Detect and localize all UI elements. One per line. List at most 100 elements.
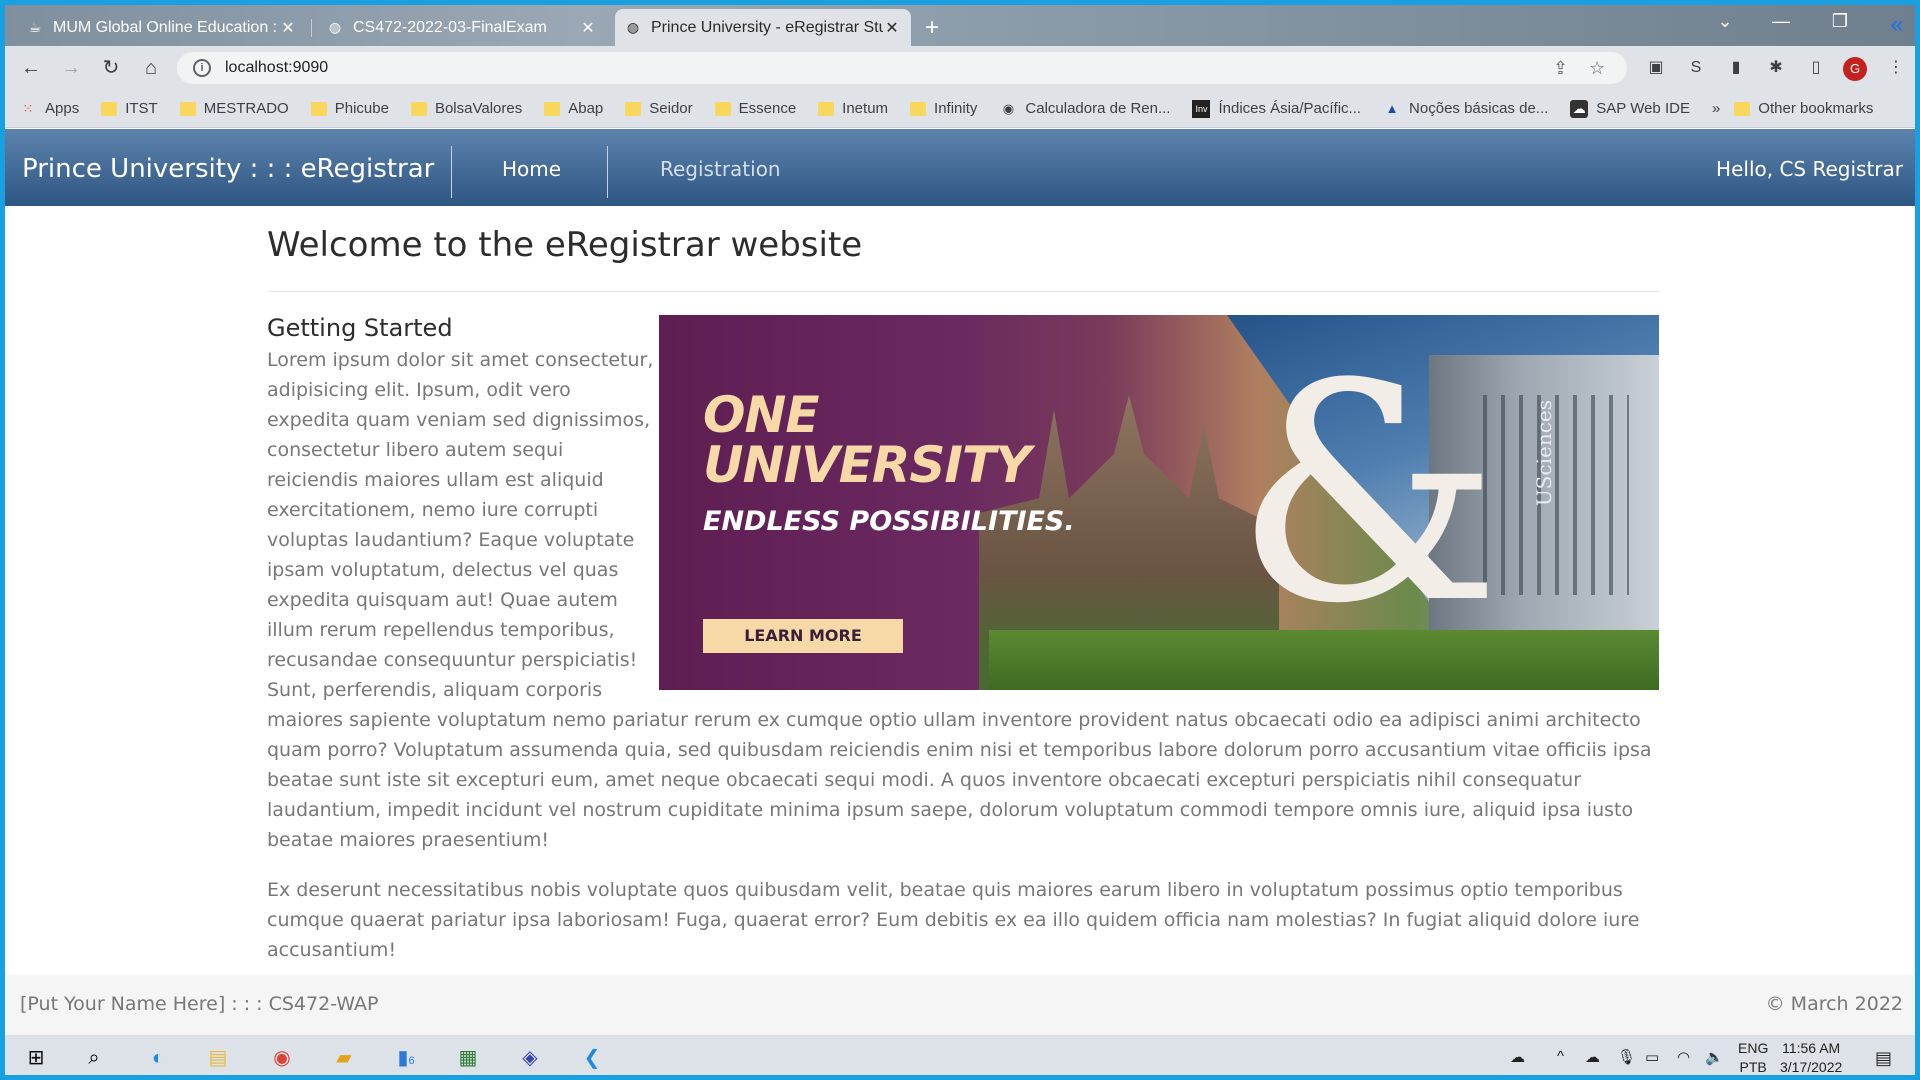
file-explorer-icon[interactable]: ▤ — [203, 1043, 233, 1073]
banner-headline: ONE UNIVERSITY — [703, 386, 1031, 494]
folder-icon — [714, 101, 731, 116]
globe-icon: ◍ — [626, 19, 640, 35]
bookmark-folder[interactable]: Seidor — [625, 100, 693, 117]
folder-icon — [625, 101, 642, 116]
tab-prince-university[interactable]: ◍ Prince University - eRegistrar Stu ✕ — [615, 9, 911, 46]
folder-icon — [101, 101, 118, 116]
folder-icon — [544, 101, 561, 116]
chrome-icon[interactable]: ◉ — [267, 1043, 297, 1073]
bookmark-folder[interactable]: MESTRADO — [179, 100, 289, 117]
bookmark-folder[interactable]: Inetum — [818, 100, 888, 117]
tab-final-exam[interactable]: ◍ CS472-2022-03-FinalExam ✕ — [317, 9, 607, 46]
restore-icon[interactable]: ❐ — [1820, 11, 1860, 32]
volume-icon[interactable]: 🔈 — [1705, 1048, 1724, 1066]
second-paragraph: Ex deserunt necessitatibus nobis volupta… — [267, 879, 1640, 961]
close-icon[interactable]: ✕ — [579, 18, 597, 38]
language-indicator[interactable]: ENG PTB — [1738, 1039, 1768, 1075]
folder-icon — [910, 101, 927, 116]
forward-icon[interactable]: → — [57, 54, 85, 82]
site-navbar: Prince University : : : eRegistrar Home … — [5, 129, 1915, 206]
new-tab-icon[interactable]: + — [925, 14, 939, 42]
content-area: Getting Started & ONE UNIVERSITY ENDLESS … — [267, 313, 1659, 965]
wifi-icon[interactable]: ◠ — [1677, 1048, 1690, 1066]
bookmark-folder[interactable]: BolsaValores — [410, 100, 522, 117]
close-icon[interactable]: ✕ — [279, 18, 297, 38]
bookmark-sap-web-ide[interactable]: ☁ SAP Web IDE — [1570, 99, 1690, 118]
nav-home[interactable]: Home — [502, 157, 561, 181]
bookmark-calculadora[interactable]: ◉ Calculadora de Ren... — [999, 100, 1171, 118]
banner-tagline: ENDLESS POSSIBILITIES. — [703, 506, 1075, 537]
notification-icon[interactable]: ▤ — [1875, 1048, 1892, 1069]
other-bookmarks[interactable]: Other bookmarks — [1734, 100, 1873, 117]
eye-app-icon[interactable]: ◈ — [515, 1043, 545, 1073]
tab-mum-global[interactable]: ☕ MUM Global Online Education : ✕ — [17, 9, 307, 46]
battery-icon[interactable]: ▭ — [1645, 1048, 1659, 1066]
cloud-icon: ☁ — [1570, 99, 1589, 118]
banner-brand: USciences — [1532, 400, 1556, 507]
edge-icon[interactable]: ◐ — [143, 1043, 173, 1073]
menu-kebab-icon[interactable]: ⋮ — [1885, 57, 1907, 79]
collapse-sidebar-icon[interactable]: « — [1877, 11, 1915, 39]
home-icon[interactable]: ⌂ — [137, 54, 165, 82]
bookmark-apps[interactable]: ⁙ Apps — [19, 100, 80, 118]
site-info-icon[interactable]: i — [193, 59, 211, 77]
address-bar[interactable]: i localhost:9090 ⇪ ☆ — [177, 52, 1627, 84]
phone-link-icon[interactable]: ▮6 — [391, 1043, 421, 1073]
university-banner-image[interactable]: & ONE UNIVERSITY ENDLESS POSSIBILITIES. L… — [659, 315, 1659, 690]
dev-icon: ▲ — [1385, 101, 1399, 116]
profile-avatar[interactable]: G — [1843, 57, 1867, 81]
tab-search-icon[interactable]: ⌄ — [1705, 11, 1745, 32]
back-icon[interactable]: ← — [17, 54, 45, 82]
spreadsheet-icon[interactable]: ▦ — [453, 1043, 483, 1073]
bookmark-folder[interactable]: Essence — [714, 100, 796, 117]
footer-copyright: © March 2022 — [1765, 993, 1903, 1015]
folder-icon — [818, 101, 835, 116]
system-clock[interactable]: 11:56 AM 3/17/2022 — [1780, 1039, 1842, 1075]
microphone-icon[interactable]: 🎙 — [1617, 1048, 1636, 1066]
cloud-sync-icon[interactable]: ☁ — [1585, 1048, 1600, 1066]
sap-logon-icon[interactable]: ▰ — [329, 1043, 359, 1073]
globe-icon: ◍ — [328, 19, 342, 35]
nav-registration[interactable]: Registration — [660, 157, 781, 181]
close-icon[interactable]: ✕ — [883, 18, 901, 38]
desktop-screen: ☕ MUM Global Online Education : ✕ ◍ CS47… — [0, 0, 1920, 1080]
calculator-icon: ◉ — [1002, 100, 1015, 116]
apps-grid-icon: ⁙ — [22, 100, 34, 116]
show-hidden-icons-icon[interactable]: ^ — [1557, 1048, 1564, 1065]
site-brand[interactable]: Prince University : : : eRegistrar — [22, 154, 434, 184]
minimize-icon[interactable]: — — [1761, 11, 1801, 32]
search-icon[interactable]: ⌕ — [79, 1043, 109, 1073]
bookmark-folder[interactable]: ITST — [101, 100, 158, 117]
share-icon[interactable]: ⇪ — [1553, 58, 1568, 79]
learn-more-button[interactable]: LEARN MORE — [703, 619, 903, 653]
folder-icon — [310, 101, 327, 116]
weather-icon[interactable]: ☁ — [1510, 1048, 1525, 1066]
reload-icon[interactable]: ↻ — [97, 54, 125, 82]
page-title: Welcome to the eRegistrar website — [267, 225, 863, 265]
bookmarks-bar: ⁙ Apps ITST MESTRADO Phicube BolsaValores… — [5, 90, 1915, 128]
user-greeting[interactable]: Hello, CS Registrar — [1716, 157, 1903, 181]
bookmark-star-icon[interactable]: ☆ — [1589, 58, 1605, 79]
browser-tab-strip: ☕ MUM Global Online Education : ✕ ◍ CS47… — [5, 5, 1915, 46]
windows-taskbar: ⊞ ⌕ ◐ ▤ ◉ ▰ ▮6 ▦ ◈ ❮ ☁ ^ ☁ 🎙 ▭ ◠ 🔈 ENG PT… — [5, 1035, 1915, 1075]
more-bookmarks-button[interactable]: » — [1712, 100, 1720, 117]
taskbar-badge: 6 — [408, 1055, 415, 1067]
bookmark-folder[interactable]: Phicube — [310, 100, 389, 117]
windows-start-icon[interactable]: ⊞ — [21, 1043, 51, 1073]
bookmark-folder[interactable]: Infinity — [910, 100, 977, 117]
folder-icon — [1734, 101, 1751, 116]
tab-title: CS472-2022-03-FinalExam — [353, 18, 547, 36]
extension-icon[interactable]: ▣ — [1645, 57, 1667, 79]
bookmark-indices[interactable]: Inv Índices Ásia/Pacífic... — [1192, 99, 1361, 118]
bookmark-nocoes[interactable]: ▲ Noções básicas de... — [1383, 100, 1549, 118]
url-text: localhost:9090 — [225, 59, 329, 76]
folder-icon — [179, 101, 196, 116]
bookmark-folder[interactable]: Abap — [544, 100, 603, 117]
investing-icon: Inv — [1192, 99, 1211, 118]
sidebar-icon[interactable]: ▯ — [1805, 57, 1827, 79]
vscode-icon[interactable]: ❮ — [577, 1043, 607, 1073]
puzzle-icon[interactable]: ✱ — [1765, 57, 1787, 79]
skype-icon[interactable]: S — [1685, 57, 1707, 79]
tab-title: Prince University - eRegistrar Stu — [651, 18, 883, 36]
chart-extension-icon[interactable]: ▮ — [1725, 57, 1747, 79]
